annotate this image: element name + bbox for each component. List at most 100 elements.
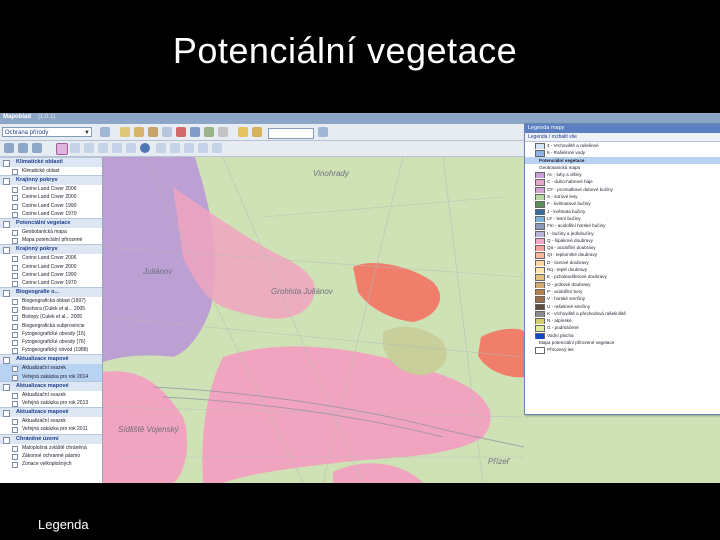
- slide-title: Potenciální vegetace: [172, 30, 518, 71]
- refresh-icon[interactable]: [126, 143, 136, 153]
- zoom-out-icon[interactable]: [70, 143, 80, 153]
- table-icon[interactable]: [198, 143, 208, 153]
- layer-group[interactable]: Biogeografie o...: [0, 287, 102, 298]
- legend-row[interactable]: Qt - teplomilné doubravy: [525, 251, 720, 259]
- layer-item[interactable]: Mapa potenciální přirozené: [0, 236, 102, 245]
- layer-item[interactable]: Corine Land Cover 1990: [0, 202, 102, 210]
- layer-group[interactable]: Chráněné území: [0, 433, 102, 444]
- back-icon[interactable]: [18, 143, 28, 153]
- layer-item[interactable]: Corine Land Cover 2000: [0, 193, 102, 202]
- layer-group[interactable]: Aktualizace mapové: [0, 380, 102, 391]
- legend-row[interactable]: F - květnatové bučiny: [525, 200, 720, 208]
- toolbar-top: Ochrana přírody ▼: [0, 125, 525, 141]
- identify-icon[interactable]: [156, 143, 166, 153]
- layer-item[interactable]: Aktualizační svazek: [0, 417, 102, 426]
- legend-row[interactable]: O - pclkové doubravy: [525, 281, 720, 288]
- legend-row[interactable]: I - bučiny a jedlobučiny: [525, 230, 720, 237]
- legend-row[interactable]: Mapa potenciální přirozené vegetace: [525, 339, 720, 346]
- legend-row[interactable]: D - borové doubravy: [525, 259, 720, 267]
- layer-item[interactable]: Corine Land Cover 2006: [0, 254, 102, 263]
- legend-row[interactable]: Potenciální vegetace: [525, 156, 720, 164]
- legend-row-label: K - vrchoviště a přechodová rašeliniště: [547, 310, 626, 316]
- zoom-next-icon[interactable]: [112, 143, 122, 153]
- layer-item[interactable]: Corine Land Cover 1970: [0, 279, 102, 288]
- legend-row[interactable]: Přirozený les: [525, 346, 720, 354]
- legend-row[interactable]: G - podmáčené: [525, 324, 720, 332]
- export-icon[interactable]: [212, 143, 222, 153]
- legend-row[interactable]: Rq - teplé doubravy: [525, 266, 720, 274]
- legend-row[interactable]: Geobotanická mapa: [525, 164, 720, 171]
- legend-row-label: Ac - luhy a olšiny: [547, 172, 582, 178]
- layer-item[interactable]: Biotopy (Culek et al... 2005: [0, 313, 102, 322]
- legend-row[interactable]: N - alpínské: [525, 317, 720, 325]
- layer-item[interactable]: Veřejná zakázka pro rok 2013: [0, 399, 102, 408]
- layer-item[interactable]: Zonace velkoplošných: [0, 460, 102, 469]
- draw-icon[interactable]: [252, 127, 262, 137]
- print-icon[interactable]: [162, 127, 172, 137]
- layer-item[interactable]: Aktualizační svazek: [0, 391, 102, 399]
- legend-row[interactable]: V - horské smrčiny: [525, 295, 720, 303]
- legend-row[interactable]: Vodní plocha: [525, 332, 720, 340]
- layer-item[interactable]: Zákonné ochranné pásmo: [0, 452, 102, 460]
- layer-item[interactable]: Aktualizační svazek: [0, 364, 102, 373]
- layer-group[interactable]: Krajinný pokryv: [0, 244, 102, 255]
- layer-group[interactable]: Aktualizace mapové: [0, 354, 102, 365]
- layer-group[interactable]: Aktualizace mapové: [0, 407, 102, 418]
- layers-icon[interactable]: [100, 127, 110, 137]
- layer-group[interactable]: Klimatické oblasti: [0, 157, 102, 167]
- lock-icon[interactable]: [170, 143, 180, 153]
- home-icon[interactable]: [4, 143, 14, 153]
- legend-row[interactable]: CF - pcomalbové dubové bučiny: [525, 186, 720, 194]
- legend-row[interactable]: U - rašelinné smrčiny: [525, 303, 720, 310]
- legend-row[interactable]: E - pcholeodiferové doubravy: [525, 273, 720, 281]
- layer-item[interactable]: Fytogeografické obvody (76): [0, 338, 102, 347]
- layer-item[interactable]: Maloplošná zvláště chráněná: [0, 444, 102, 452]
- legend-row[interactable]: K - vrchoviště a přechodová rašeliniště: [525, 310, 720, 318]
- measure-icon[interactable]: [204, 127, 214, 137]
- legend-row-label: Mapa potenciální přirozené vegetace: [539, 340, 615, 346]
- layer-item[interactable]: Corine Land Cover 1970: [0, 210, 102, 218]
- legend-row[interactable]: 4 - Vrchoviště a rašelinné: [525, 142, 720, 150]
- globe-icon[interactable]: [140, 143, 150, 153]
- legend-row[interactable]: S - suťové lesy: [525, 193, 720, 201]
- forward-icon[interactable]: [32, 143, 42, 153]
- open-icon[interactable]: [134, 127, 144, 137]
- ruler-icon[interactable]: [184, 143, 194, 153]
- layer-group[interactable]: Krajinný pokryv: [0, 175, 102, 186]
- layer-item[interactable]: Biogeografická oblast (1997): [0, 297, 102, 306]
- layer-item[interactable]: Veřejná zakázka pro rok 2011: [0, 425, 102, 434]
- zoom-previous-icon[interactable]: [98, 143, 108, 153]
- pan-icon[interactable]: [190, 127, 200, 137]
- search-icon[interactable]: [318, 127, 328, 137]
- folder-icon[interactable]: [120, 127, 130, 137]
- layer-item[interactable]: Biogeografická subprovincie: [0, 322, 102, 330]
- layer-group[interactable]: Potenciální vegetace: [0, 217, 102, 228]
- legend-row[interactable]: Q - šipákové doubravy: [525, 237, 720, 245]
- legend-row[interactable]: Ac - luhy a olšiny: [525, 171, 720, 179]
- search-input[interactable]: [268, 128, 314, 139]
- layer-item[interactable]: Geobotanická mapa: [0, 228, 102, 237]
- legend-row[interactable]: LF - lesní bučiny: [525, 215, 720, 223]
- info-icon[interactable]: [176, 127, 186, 137]
- legend-row[interactable]: Qa - acidofilní doubravy: [525, 244, 720, 252]
- legend-row[interactable]: Fm - acidofilní horské bučiny: [525, 222, 720, 230]
- zoom-extent-icon[interactable]: [84, 143, 94, 153]
- legend-row[interactable]: P - acidofilní bory: [525, 288, 720, 296]
- layer-item[interactable]: Corine Land Cover 2006: [0, 185, 102, 194]
- zoom-in-icon[interactable]: [56, 143, 68, 155]
- select-icon[interactable]: [218, 127, 228, 137]
- legend-row[interactable]: C - dubo-habrové háje: [525, 178, 720, 186]
- theme-select[interactable]: Ochrana přírody ▼: [2, 127, 92, 137]
- edit-icon[interactable]: [238, 127, 248, 137]
- layer-item[interactable]: Fytogeografické obvody (16): [0, 330, 102, 338]
- layer-item[interactable]: Veřejná zakázka pro rok 2014: [0, 372, 102, 381]
- layer-item[interactable]: Corine Land Cover 1990: [0, 271, 102, 279]
- legend-row[interactable]: 5 - Rašelinné vody: [525, 149, 720, 157]
- layer-item[interactable]: Corine Land Cover 2000: [0, 263, 102, 271]
- layer-item[interactable]: Bioshora (Culek et al... 2005: [0, 305, 102, 314]
- legend-expand-tab[interactable]: Legenda / rozbalit vše: [525, 133, 720, 142]
- layer-item[interactable]: Fytogeografický obvod (1988): [0, 346, 102, 355]
- layer-item[interactable]: Klimatické oblast: [0, 167, 102, 176]
- legend-row[interactable]: J - květnatá bučiny: [525, 208, 720, 215]
- save-icon[interactable]: [148, 127, 158, 137]
